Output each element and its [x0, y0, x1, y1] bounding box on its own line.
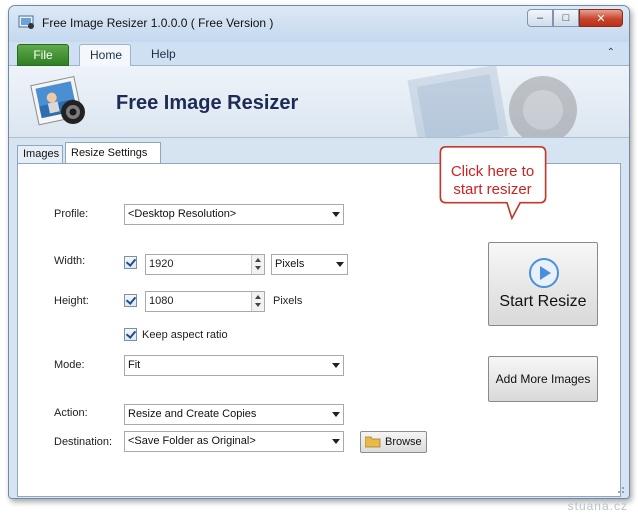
- height-checkbox[interactable]: [124, 294, 137, 307]
- close-button[interactable]: ✕: [579, 9, 623, 27]
- width-label: Width:: [54, 255, 86, 267]
- maximize-button[interactable]: □: [553, 9, 579, 27]
- width-stepper[interactable]: 1920: [145, 254, 265, 275]
- width-unit-value: Pixels: [275, 258, 305, 270]
- title-bar: Free Image Resizer 1.0.0.0 ( Free Versio…: [9, 6, 629, 42]
- mode-value: Fit: [128, 359, 141, 371]
- banner-background-icon: [407, 66, 577, 137]
- height-label: Height:: [54, 295, 89, 307]
- window-controls: – □ ✕: [527, 9, 623, 27]
- height-spin-buttons[interactable]: [251, 292, 264, 311]
- destination-value: <Save Folder as Original>: [128, 435, 256, 447]
- profile-select[interactable]: <Desktop Resolution>: [124, 204, 344, 225]
- browse-label: Browse: [385, 436, 422, 448]
- chevron-down-icon: [332, 439, 340, 444]
- height-unit-label: Pixels: [273, 295, 303, 307]
- app-icon: [18, 15, 34, 29]
- callout-line-1: Click here to: [450, 163, 535, 180]
- minimize-button[interactable]: –: [527, 9, 553, 27]
- width-checkbox[interactable]: [124, 256, 137, 269]
- spin-up-icon[interactable]: [255, 258, 261, 262]
- banner-title: Free Image Resizer: [116, 92, 299, 114]
- spin-down-icon[interactable]: [255, 266, 261, 270]
- keep-aspect-checkbox[interactable]: [124, 328, 137, 341]
- action-value: Resize and Create Copies: [128, 408, 257, 420]
- ribbon-banner: Free Image Resizer: [9, 66, 629, 138]
- site-watermark: stuana.cz: [567, 499, 628, 513]
- ribbon-tab-help[interactable]: Help: [141, 44, 186, 66]
- mode-select[interactable]: Fit: [124, 355, 344, 376]
- callout-text: Click here to start resizer: [430, 163, 555, 199]
- action-select[interactable]: Resize and Create Copies: [124, 404, 344, 425]
- profile-label: Profile:: [54, 208, 89, 220]
- chevron-down-icon: [332, 412, 340, 417]
- tab-resize-settings[interactable]: Resize Settings: [65, 142, 161, 165]
- width-unit-select[interactable]: Pixels: [271, 254, 348, 275]
- spin-down-icon[interactable]: [255, 303, 261, 307]
- width-value: 1920: [149, 258, 174, 270]
- height-value: 1080: [149, 295, 174, 307]
- start-resize-button[interactable]: Start Resize: [488, 242, 598, 326]
- ribbon-tab-file[interactable]: File: [17, 44, 69, 66]
- resize-grip-icon[interactable]: [615, 484, 625, 494]
- mode-label: Mode:: [54, 359, 85, 371]
- callout-line-2: start resizer: [453, 181, 532, 198]
- play-icon: [529, 258, 559, 288]
- browse-button[interactable]: Browse: [360, 431, 427, 453]
- chevron-down-icon: [332, 212, 340, 217]
- height-stepper[interactable]: 1080: [145, 291, 265, 312]
- ribbon-collapse-icon[interactable]: ⌃: [607, 47, 615, 58]
- folder-icon: [365, 436, 381, 448]
- spin-up-icon[interactable]: [255, 295, 261, 299]
- profile-value: <Desktop Resolution>: [128, 208, 237, 220]
- chevron-down-icon: [336, 262, 344, 267]
- keep-aspect-label[interactable]: Keep aspect ratio: [142, 329, 228, 341]
- width-spin-buttons[interactable]: [251, 255, 264, 274]
- app-logo-icon: [30, 75, 85, 126]
- app-window: Free Image Resizer 1.0.0.0 ( Free Versio…: [8, 5, 630, 499]
- start-resize-label: Start Resize: [499, 293, 587, 310]
- chevron-down-icon: [332, 363, 340, 368]
- ribbon-tab-home[interactable]: Home: [79, 44, 131, 67]
- destination-select[interactable]: <Save Folder as Original>: [124, 431, 344, 452]
- ribbon-tab-bar: File Home Help: [9, 42, 629, 67]
- window-title: Free Image Resizer 1.0.0.0 ( Free Versio…: [42, 16, 274, 30]
- action-label: Action:: [54, 407, 88, 419]
- add-more-images-button[interactable]: Add More Images: [488, 356, 598, 402]
- tab-images[interactable]: Images: [17, 145, 63, 164]
- destination-label: Destination:: [54, 436, 113, 448]
